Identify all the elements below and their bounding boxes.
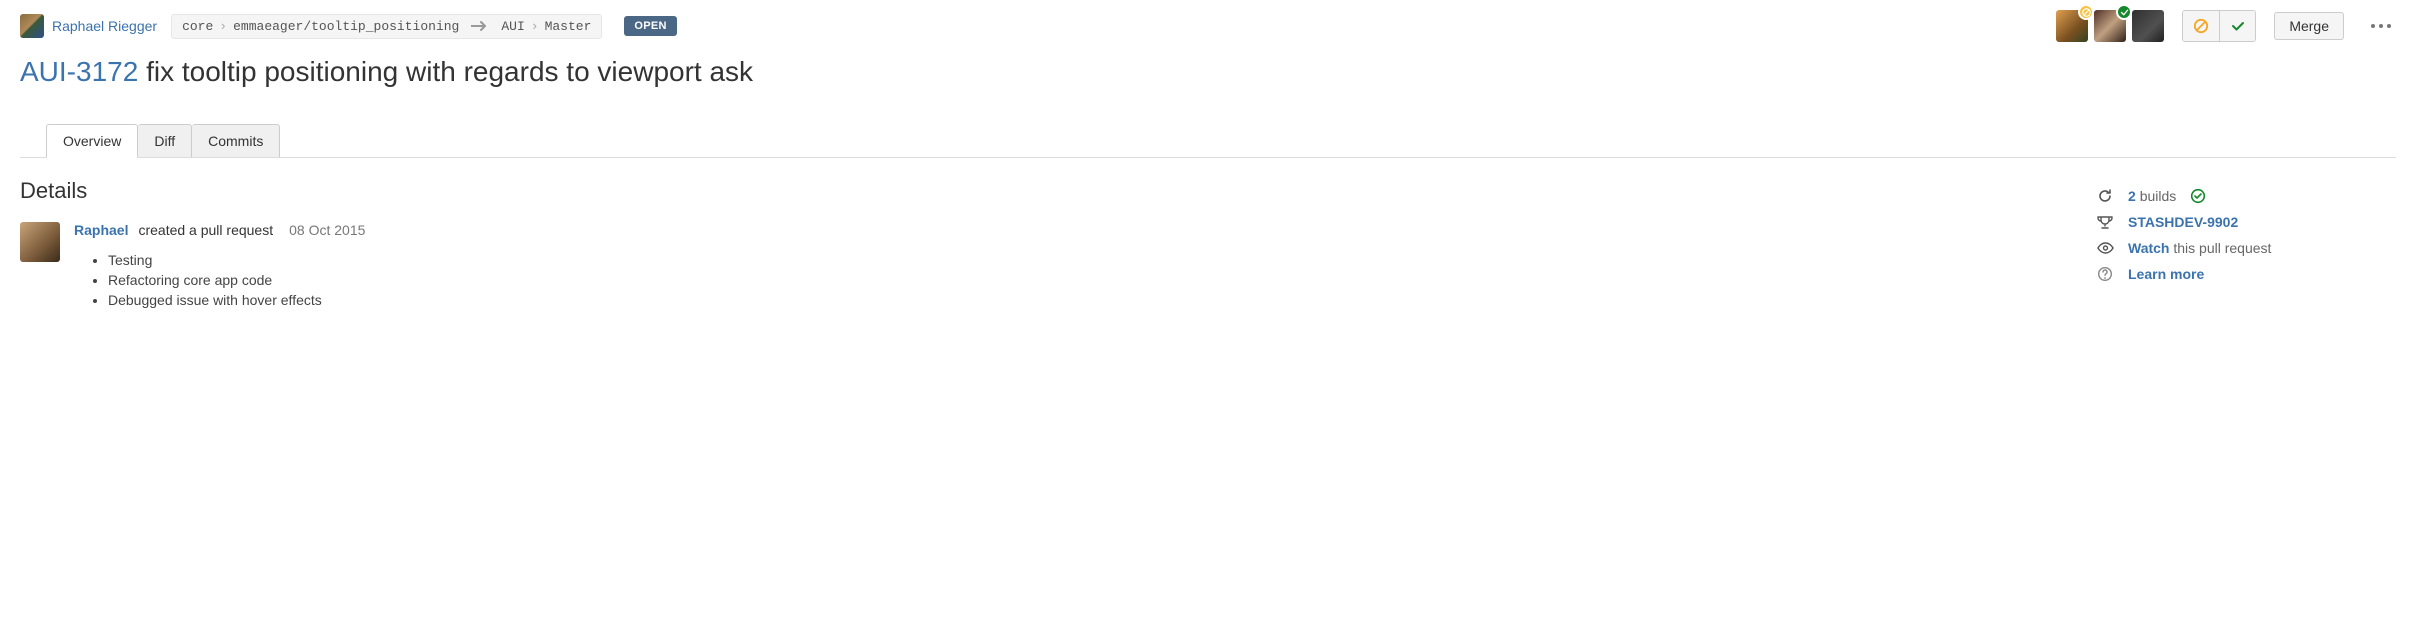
- author-avatar[interactable]: [20, 14, 44, 38]
- details-heading: Details: [20, 178, 2056, 204]
- activity-action: created a pull request: [138, 222, 273, 238]
- branch-sep-icon: ›: [529, 19, 541, 34]
- linked-issue-link[interactable]: STASHDEV-9902: [2128, 214, 2238, 230]
- eye-icon: [2096, 241, 2114, 255]
- learn-more-row[interactable]: Learn more: [2096, 266, 2396, 282]
- list-item: Refactoring core app code: [108, 272, 365, 288]
- source-repo[interactable]: core: [182, 19, 213, 34]
- linked-issue-row[interactable]: STASHDEV-9902: [2096, 214, 2396, 230]
- approve-button[interactable]: [2219, 11, 2255, 41]
- list-item: Testing: [108, 252, 365, 268]
- author-link[interactable]: Raphael Riegger: [52, 18, 157, 34]
- build-success-icon: [2190, 188, 2206, 204]
- tab-overview[interactable]: Overview: [46, 124, 138, 158]
- merge-button[interactable]: Merge: [2274, 12, 2344, 40]
- arrow-right-icon: [463, 20, 497, 32]
- issue-key-link[interactable]: AUI-3172: [20, 56, 138, 87]
- side-column: 2 builds STASHDEV-9902 Watch this pull r…: [2096, 178, 2396, 312]
- watch-action: Watch: [2128, 240, 2169, 256]
- target-branch[interactable]: Master: [545, 19, 592, 34]
- reviewers-list: [2056, 10, 2164, 42]
- pr-header: Raphael Riegger core › emmaeager/tooltip…: [20, 10, 2396, 42]
- builds-label: builds: [2140, 188, 2177, 204]
- check-icon: [2230, 18, 2246, 34]
- builds-count: 2: [2128, 188, 2136, 204]
- activity-date: 08 Oct 2015: [283, 222, 365, 238]
- status-badge: OPEN: [624, 16, 676, 36]
- source-branch[interactable]: emmaeager/tooltip_positioning: [233, 19, 459, 34]
- ellipsis-icon: [2370, 23, 2392, 29]
- list-item: Debugged issue with hover effects: [108, 292, 365, 308]
- tabs: Overview Diff Commits: [20, 124, 2396, 158]
- reviewer-avatar[interactable]: [2132, 10, 2164, 42]
- description-list: Testing Refactoring core app code Debugg…: [74, 252, 365, 308]
- review-action-group: [2182, 10, 2256, 42]
- content: Details Raphael created a pull request 0…: [20, 158, 2396, 312]
- reviewer-approved-icon: [2116, 4, 2132, 20]
- reviewer-pending-icon: [2078, 4, 2094, 20]
- reviewer-avatar[interactable]: [2056, 10, 2088, 42]
- main-column: Details Raphael created a pull request 0…: [20, 178, 2056, 312]
- target-repo[interactable]: AUI: [501, 19, 524, 34]
- pr-summary: fix tooltip positioning with regards to …: [146, 56, 753, 87]
- reviewer-avatar[interactable]: [2094, 10, 2126, 42]
- watch-rest: this pull request: [2173, 240, 2271, 256]
- activity-avatar[interactable]: [20, 222, 60, 262]
- help-icon: [2096, 266, 2114, 282]
- pr-title: AUI-3172 fix tooltip positioning with re…: [20, 56, 2396, 88]
- activity-item: Raphael created a pull request 08 Oct 20…: [20, 222, 2056, 312]
- trophy-icon: [2096, 214, 2114, 230]
- tab-commits[interactable]: Commits: [192, 124, 280, 157]
- activity-actor-link[interactable]: Raphael: [74, 222, 128, 238]
- builds-row[interactable]: 2 builds: [2096, 188, 2396, 204]
- refresh-icon: [2096, 188, 2114, 204]
- tab-diff[interactable]: Diff: [138, 124, 192, 157]
- needs-work-icon: [2193, 18, 2209, 34]
- branch-sep-icon: ›: [217, 19, 229, 34]
- learn-more-link[interactable]: Learn more: [2128, 266, 2204, 282]
- needs-work-button[interactable]: [2183, 11, 2219, 41]
- branch-bar: core › emmaeager/tooltip_positioning AUI…: [171, 14, 602, 39]
- watch-row[interactable]: Watch this pull request: [2096, 240, 2396, 256]
- more-actions-button[interactable]: [2366, 23, 2396, 29]
